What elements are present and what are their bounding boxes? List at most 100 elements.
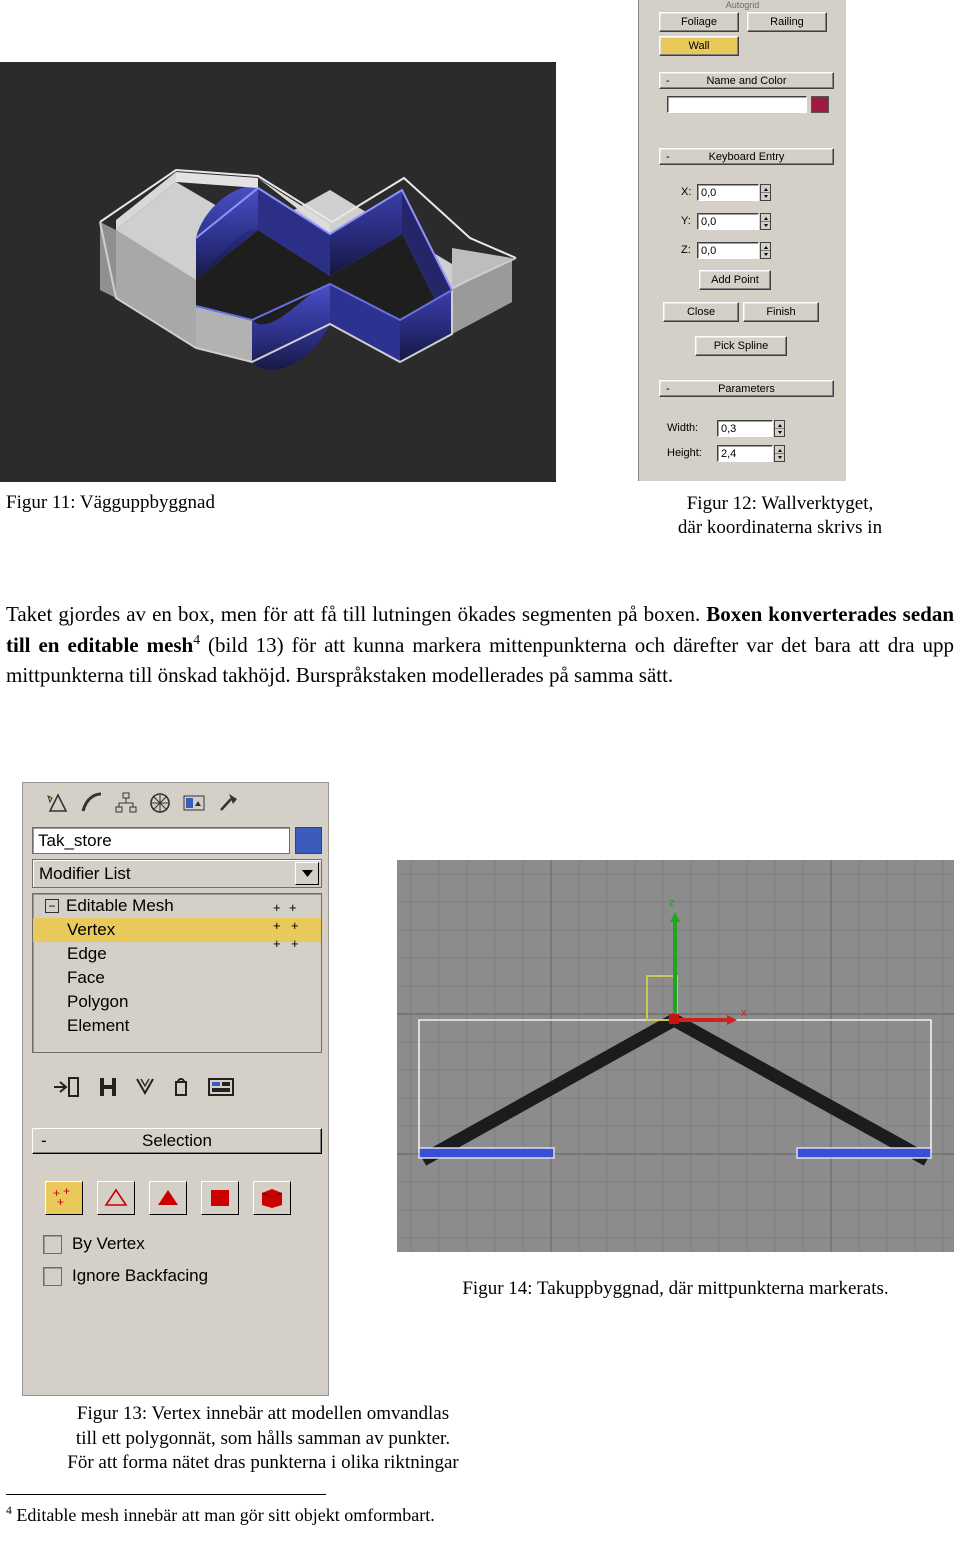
parameters-rollup[interactable]: - Parameters xyxy=(659,380,834,397)
modify-tab-icon[interactable] xyxy=(79,790,105,816)
height-input[interactable]: 2,4 xyxy=(717,445,773,462)
keyboard-entry-rollup[interactable]: - Keyboard Entry xyxy=(659,148,834,165)
object-name-input[interactable]: Tak_store xyxy=(32,827,290,854)
create-tab-icon[interactable] xyxy=(45,790,71,816)
object-name-row: Tak_store xyxy=(32,827,322,854)
width-spinner[interactable] xyxy=(774,420,785,437)
x-spinner[interactable] xyxy=(760,184,771,201)
paragraph-lead: Taket gjordes av en box, men för att få … xyxy=(6,602,707,626)
name-and-color-title: Name and Color xyxy=(706,74,787,87)
add-point-button[interactable]: Add Point xyxy=(699,270,771,290)
axis-x-label: x xyxy=(741,1007,747,1019)
configure-sets-icon[interactable] xyxy=(206,1075,236,1099)
footnote-text: Editable mesh innebär att man gör sitt o… xyxy=(11,1505,435,1525)
polygon-subobject-button[interactable] xyxy=(201,1181,239,1215)
figure-13-caption-line1: Figur 13: Vertex innebär att modellen om… xyxy=(76,1403,450,1424)
z-input[interactable]: 0,0 xyxy=(697,242,759,259)
stack-item-label: Face xyxy=(67,968,105,987)
make-unique-icon[interactable] xyxy=(134,1075,156,1099)
stack-item-polygon[interactable]: Polygon xyxy=(33,990,321,1014)
y-input[interactable]: 0,0 xyxy=(697,213,759,230)
hierarchy-tab-icon[interactable] xyxy=(113,790,139,816)
svg-text:+: + xyxy=(291,918,299,933)
motion-tab-icon[interactable] xyxy=(147,790,173,816)
stack-item-label: Element xyxy=(67,1016,130,1035)
display-tab-icon[interactable] xyxy=(181,790,207,816)
ignore-backfacing-row[interactable]: Ignore Backfacing xyxy=(43,1263,323,1289)
face-subobject-button[interactable] xyxy=(149,1181,187,1215)
object-color-swatch[interactable] xyxy=(811,96,829,113)
railing-button[interactable]: Railing xyxy=(747,12,827,32)
stack-item-label: Editable Mesh xyxy=(66,896,174,915)
body-paragraph: Taket gjordes av en box, men för att få … xyxy=(6,600,954,690)
width-label: Width: xyxy=(667,422,699,434)
figure-14-caption: Figur 14: Takuppbyggnad, där mittpunkter… xyxy=(462,1278,889,1299)
y-spinner[interactable] xyxy=(760,213,771,230)
svg-text:+: + xyxy=(289,900,297,915)
figure-11-viewport xyxy=(0,62,556,482)
x-input[interactable]: 0,0 xyxy=(697,184,759,201)
stack-collapse-icon[interactable]: − xyxy=(45,899,59,913)
z-label: Z: xyxy=(681,244,691,256)
z-spinner[interactable] xyxy=(760,242,771,259)
stack-toolbar xyxy=(32,1067,322,1107)
ignore-backfacing-label: Ignore Backfacing xyxy=(72,1266,209,1285)
roof-mesh-front-view: z x xyxy=(397,860,954,1252)
svg-text:+: + xyxy=(291,936,299,951)
modifier-list-label: Modifier List xyxy=(39,863,131,883)
pin-stack-icon[interactable] xyxy=(52,1075,82,1099)
stack-item-face[interactable]: Face xyxy=(33,966,321,990)
modifier-stack[interactable]: − Editable Mesh Vertex Edge Face Polygon… xyxy=(32,893,322,1053)
utilities-tab-icon[interactable] xyxy=(215,790,241,816)
selection-rollup-title: Selection xyxy=(142,1131,212,1150)
selection-rollup[interactable]: - Selection xyxy=(32,1128,322,1154)
chevron-down-icon[interactable] xyxy=(295,862,319,885)
height-label: Height: xyxy=(667,447,702,459)
top-figures-row: Autogrid Foliage Railing Wall - Name and… xyxy=(0,0,960,538)
width-input[interactable]: 0,3 xyxy=(717,420,773,437)
svg-text:+: + xyxy=(273,936,281,951)
axis-z-label: z xyxy=(669,897,675,909)
stack-plus-decoration: + + + + + + xyxy=(273,900,299,951)
height-spinner[interactable] xyxy=(774,445,785,462)
rollup-collapse-icon[interactable]: - xyxy=(666,149,670,164)
figure-12-caption: Figur 12: Wallverktyget, där koordinater… xyxy=(600,492,960,540)
figure-13-caption-line3: För att forma nätet dras punkterna i oli… xyxy=(67,1452,459,1474)
element-subobject-button[interactable] xyxy=(253,1181,291,1215)
y-label: Y: xyxy=(681,215,691,227)
finish-button[interactable]: Finish xyxy=(743,302,819,322)
parameters-title: Parameters xyxy=(718,382,775,395)
by-vertex-checkbox[interactable] xyxy=(43,1234,62,1254)
wall-model-3d xyxy=(0,62,556,482)
figure-12-command-panel: Autogrid Foliage Railing Wall - Name and… xyxy=(638,0,846,481)
object-name-input[interactable] xyxy=(667,96,807,113)
autogrid-partial-label: Autogrid xyxy=(639,0,846,10)
name-and-color-rollup[interactable]: - Name and Color xyxy=(659,72,834,89)
stack-item-element[interactable]: Element xyxy=(33,1014,321,1038)
vertex-subobject-button[interactable]: + + + xyxy=(45,1181,83,1215)
figure-13-caption: Figur 13: Vertex innebär att modellen om… xyxy=(28,1402,498,1476)
rollup-collapse-icon[interactable]: - xyxy=(666,381,670,396)
edge-subobject-button[interactable] xyxy=(97,1181,135,1215)
rollup-collapse-icon[interactable]: - xyxy=(41,1131,47,1151)
svg-text:+: + xyxy=(63,1187,70,1198)
object-color-swatch[interactable] xyxy=(295,827,322,854)
show-end-result-icon[interactable] xyxy=(98,1075,118,1099)
figure-12-caption-line1: Figur 12: Wallverktyget, xyxy=(686,493,874,514)
foliage-button[interactable]: Foliage xyxy=(659,12,739,32)
ignore-backfacing-checkbox[interactable] xyxy=(43,1266,62,1286)
svg-text:+: + xyxy=(57,1195,64,1209)
modifier-list-dropdown[interactable]: Modifier List xyxy=(32,859,322,888)
svg-text:+: + xyxy=(273,918,281,933)
sub-object-buttons: + + + xyxy=(45,1175,315,1221)
figure-12-caption-line2: där koordinaterna skrivs in xyxy=(677,516,883,538)
pick-spline-button[interactable]: Pick Spline xyxy=(695,336,787,356)
close-button[interactable]: Close xyxy=(663,302,739,322)
by-vertex-row[interactable]: By Vertex xyxy=(43,1231,323,1257)
wall-button[interactable]: Wall xyxy=(659,36,739,56)
x-label: X: xyxy=(681,186,692,198)
footnote-separator xyxy=(6,1494,326,1495)
rollup-collapse-icon[interactable]: - xyxy=(666,73,670,88)
keyboard-entry-title: Keyboard Entry xyxy=(708,150,785,163)
remove-modifier-icon[interactable] xyxy=(172,1075,190,1099)
